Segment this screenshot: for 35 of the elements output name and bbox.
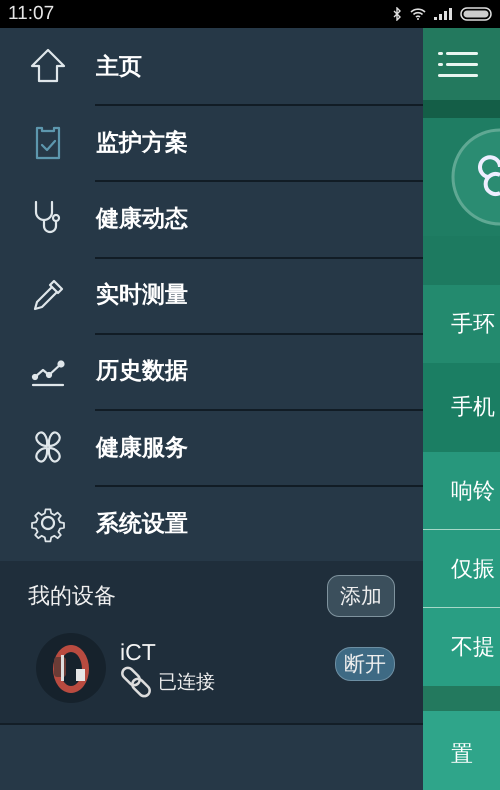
row-label: 不提: [451, 634, 495, 662]
section-title: 我的设备: [28, 583, 116, 612]
menu-item[interactable]: 监护方案: [0, 104, 423, 180]
menu-label: 健康动态: [96, 204, 188, 234]
menu-label: 实时测量: [96, 281, 188, 310]
menu-item[interactable]: 实时测量: [0, 256, 423, 333]
row-label: 手环: [451, 310, 495, 338]
menu-label: 系统设置: [96, 510, 188, 539]
menu-item[interactable]: 主页: [0, 28, 423, 104]
add-button[interactable]: 添加: [327, 575, 395, 618]
device-name: iCT: [120, 638, 157, 666]
menu-item[interactable]: 健康服务: [0, 408, 423, 486]
bluetooth-icon: [392, 7, 402, 21]
menu-item[interactable]: 历史数据: [0, 332, 423, 409]
menu-icon[interactable]: [438, 50, 478, 78]
row-label: 响铃: [451, 478, 495, 506]
menu-item[interactable]: 健康动态: [0, 180, 423, 257]
menu-item[interactable]: 系统设置: [0, 485, 423, 562]
menu-label: 主页: [96, 52, 142, 82]
row-label: 置: [451, 740, 473, 768]
row-label: 仅振: [451, 556, 495, 584]
wifi-icon: [410, 8, 426, 20]
settings-row[interactable]: 手环: [423, 285, 500, 363]
clock: 11:07: [8, 3, 54, 25]
settings-row[interactable]: 响铃: [423, 452, 500, 530]
row-label: 手机: [451, 394, 495, 422]
settings-row[interactable]: 手机: [423, 363, 500, 452]
menu-label: 历史数据: [96, 357, 188, 386]
menu-label: 健康服务: [96, 434, 188, 463]
connection-status: 已连接: [158, 670, 215, 695]
battery-icon: [460, 7, 492, 21]
logo-icon: [451, 127, 500, 227]
signal-icon: [434, 8, 452, 20]
disconnect-button[interactable]: 断开: [335, 647, 395, 682]
menu-label: 监护方案: [96, 128, 188, 158]
